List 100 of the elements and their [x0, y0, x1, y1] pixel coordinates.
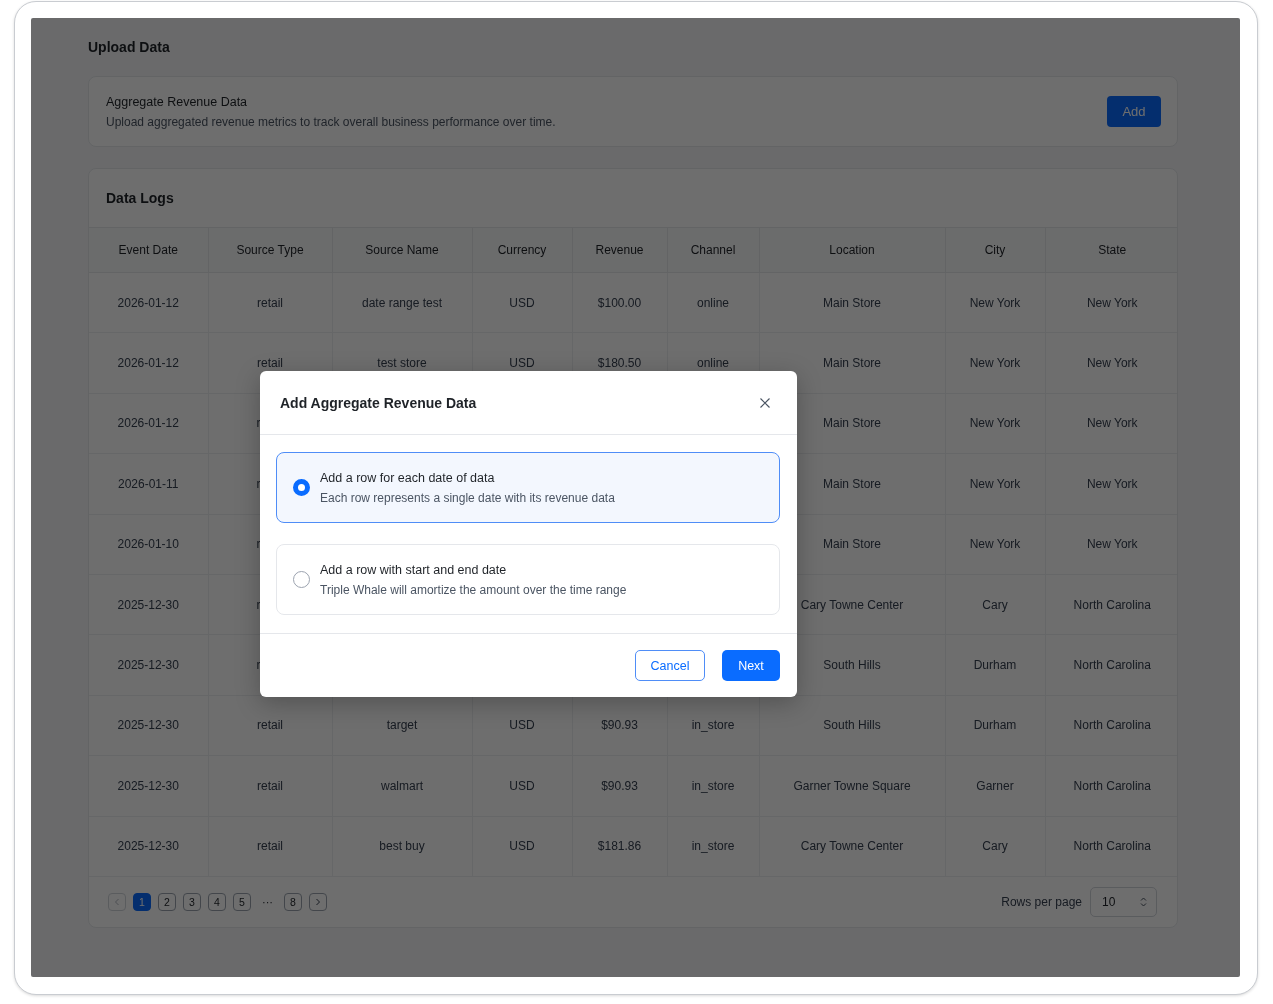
column-header: City	[984, 243, 1006, 257]
table-cell: in_store	[691, 718, 735, 733]
table-cell: Cary Towne Center	[800, 597, 904, 612]
table-cell: USD	[509, 839, 535, 854]
table-cell: New York	[969, 537, 1021, 552]
table-cell: South Hills	[823, 718, 881, 733]
table-cell: 2025-12-30	[117, 597, 179, 612]
table-cell: USD	[509, 295, 535, 310]
column-header: State	[1098, 243, 1127, 257]
table-cell: North Carolina	[1073, 778, 1151, 793]
table-cell: New York	[969, 416, 1021, 431]
table-cell: r	[256, 537, 261, 552]
next-button[interactable]: Next	[722, 650, 780, 681]
table-cell: Cary	[982, 597, 1008, 612]
table-cell: North Carolina	[1073, 718, 1151, 733]
table-cell: USD	[509, 718, 535, 733]
option-title: Add a row with start and end date	[320, 561, 508, 579]
close-icon	[760, 397, 770, 408]
column-header: Event Date	[118, 243, 178, 257]
add-button[interactable]: Add	[1107, 96, 1161, 127]
table-cell: 2025-12-30	[117, 778, 179, 793]
table-cell: Cary	[982, 839, 1008, 854]
table-cell: $90.93	[601, 778, 638, 793]
table-cell: 2025-12-30	[117, 718, 179, 733]
radio-button[interactable]	[293, 479, 310, 496]
table-cell: New York	[969, 356, 1021, 371]
option-description: Triple Whale will amortize the amount over the time range	[320, 581, 627, 599]
table-cell: Cary Towne Center	[800, 839, 904, 854]
table-cell: walmart	[381, 778, 423, 793]
table-cell: online	[697, 356, 729, 371]
table-cell: New York	[1086, 476, 1138, 491]
table-cell: Durham	[973, 718, 1017, 733]
table-cell: $90.93	[601, 718, 638, 733]
table-cell: 2026-01-12	[117, 356, 179, 371]
up-down-caret-icon	[1140, 896, 1147, 907]
table-cell: Main Store	[823, 537, 881, 552]
table-cell: date range test	[361, 295, 443, 310]
page-button[interactable]: 1	[133, 892, 151, 911]
table-cell: Durham	[973, 658, 1017, 673]
page-button[interactable]: 3	[183, 892, 201, 911]
table-cell: New York	[969, 295, 1021, 310]
table-cell: Main Store	[823, 356, 881, 371]
column-header: Source Name	[365, 243, 439, 257]
table-cell: retail	[257, 718, 283, 733]
table-cell: 2025-12-30	[117, 658, 179, 673]
pagination-ellipsis: ···	[261, 895, 274, 908]
table-cell: retail	[257, 839, 283, 854]
table-cell: 2025-12-30	[117, 839, 179, 854]
table-cell: r	[256, 416, 261, 431]
table-cell: USD	[509, 778, 535, 793]
option-title: Add a row for each date of data	[320, 469, 496, 487]
table-cell: best buy	[379, 839, 425, 854]
cancel-button[interactable]: Cancel	[635, 650, 705, 681]
table-cell: retail	[257, 295, 283, 310]
table-cell: North Carolina	[1073, 839, 1151, 854]
page-button[interactable]: 2	[158, 892, 176, 911]
table-cell: r	[256, 476, 261, 491]
table-cell: $180.50	[597, 356, 642, 371]
table-cell: South Hills	[823, 658, 881, 673]
table-cell: 2026-01-12	[117, 416, 179, 431]
table-cell: retail	[257, 356, 283, 371]
radio-button[interactable]	[293, 571, 310, 588]
dialog-title: Add Aggregate Revenue Data	[280, 394, 477, 411]
table-cell: online	[697, 295, 729, 310]
option-description: Each row represents a single date with its revenue data	[320, 489, 615, 507]
page-title: Upload Data	[88, 38, 171, 57]
rows-per-page-label: Rows per page	[1001, 894, 1082, 909]
page-button[interactable]: 8	[284, 892, 302, 911]
table-cell: 2026-01-12	[117, 295, 179, 310]
option-card[interactable]: Add a row with start and end date Triple Whale will amortize the amount over the time range	[276, 544, 780, 615]
table-cell: Main Store	[823, 416, 881, 431]
table-cell: Main Store	[823, 476, 881, 491]
table-cell: 2026-01-10	[117, 537, 179, 552]
table-cell: New York	[1086, 295, 1138, 310]
table-cell: North Carolina	[1073, 658, 1151, 673]
table-cell: Main Store	[823, 295, 881, 310]
card-description: Upload aggregated revenue metrics to track overall business performance over time.	[106, 113, 556, 131]
table-cell: r	[256, 658, 261, 673]
table-cell: $181.86	[597, 839, 642, 854]
column-header: Channel	[690, 243, 736, 257]
table-cell: New York	[969, 476, 1021, 491]
page-button[interactable]: 5	[233, 892, 251, 911]
table-cell: test store	[377, 356, 427, 371]
column-header: Location	[829, 243, 875, 257]
rows-per-page-select[interactable]: 10	[1090, 886, 1157, 917]
table-cell: 2026-01-11	[118, 476, 179, 491]
table-cell: retail	[257, 778, 283, 793]
card-title: Aggregate Revenue Data	[106, 93, 249, 111]
table-cell: r	[256, 597, 261, 612]
column-header: Currency	[497, 243, 547, 257]
table-cell: in_store	[691, 839, 735, 854]
table-cell: North Carolina	[1073, 597, 1151, 612]
table-cell: in_store	[691, 778, 735, 793]
table-cell: USD	[509, 356, 535, 371]
table-cell: New York	[1086, 537, 1138, 552]
next-page-button[interactable]	[309, 892, 327, 911]
option-card[interactable]: Add a row for each date of data Each row represents a single date with its revenue data	[276, 452, 780, 523]
page-button[interactable]: 4	[208, 892, 226, 911]
close-button[interactable]	[758, 395, 772, 410]
table-cell: target	[386, 718, 418, 733]
